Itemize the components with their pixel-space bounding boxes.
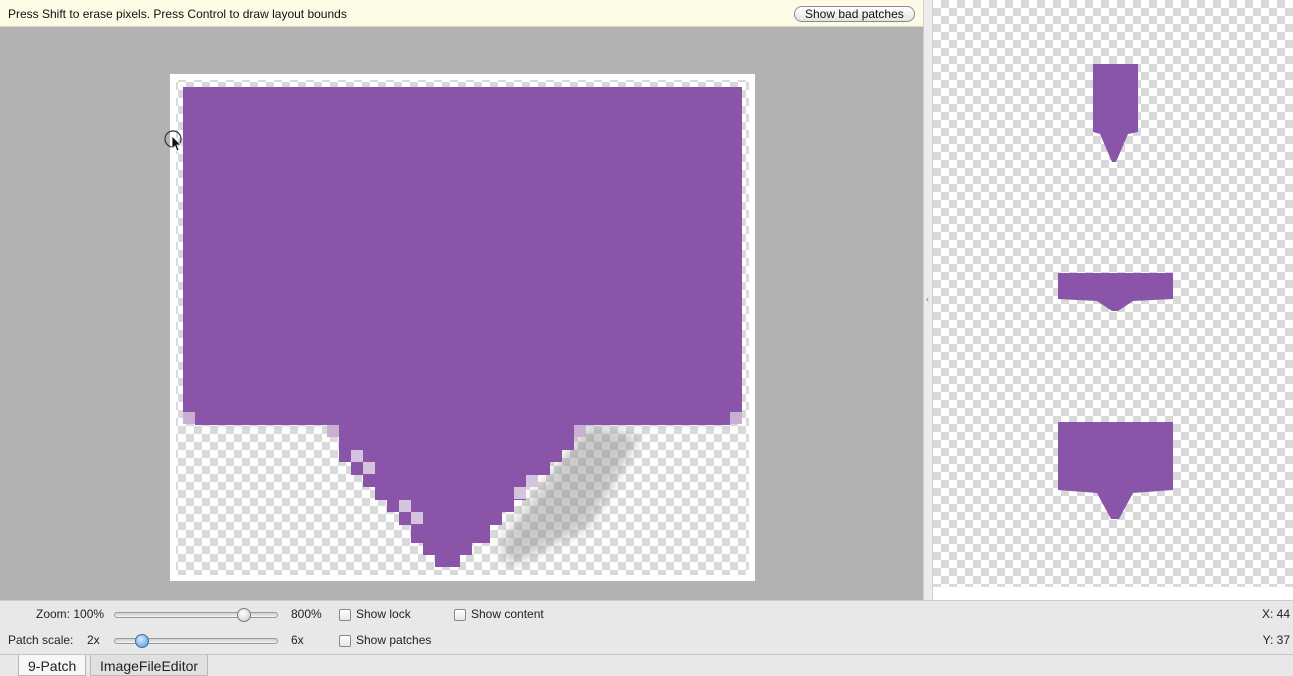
patch-drawing[interactable] [170,74,755,581]
nine-patch-image[interactable] [170,74,755,581]
edge-pixel [411,512,423,524]
patch-scale-max-label: 6x [291,633,304,647]
controls-panel: Zoom: 100% 800% Show lock Show content P… [0,600,1293,654]
edge-pixel [574,425,586,437]
tab-image-file-editor[interactable]: ImageFileEditor [90,655,209,676]
x-coordinate-readout: X: 44 [1261,607,1290,621]
show-patches-checkbox[interactable] [339,635,351,647]
edge-pixel [730,412,742,424]
show-bad-patches-button[interactable]: Show bad patches [794,6,915,22]
edge-pixel [399,500,411,512]
edge-pixel [327,425,339,437]
y-coordinate-readout: Y: 37 [1262,633,1290,647]
editor-canvas[interactable] [0,27,923,600]
preview-horizontal-stretch [1058,273,1173,311]
hint-message: Press Shift to erase pixels. Press Contr… [8,7,347,21]
zoom-slider[interactable] [114,612,278,618]
hint-bar: Press Shift to erase pixels. Press Contr… [0,0,923,27]
patch-scale-min-label: 2x [87,633,100,647]
preview-drawings [1058,64,1173,519]
zoom-max-label: 800% [291,607,322,621]
preview-pane [933,0,1293,587]
zoom-slider-knob[interactable] [236,608,251,622]
show-content-label: Show content [471,607,544,621]
edge-pixel [183,412,195,424]
edge-pixel [363,462,375,474]
edge-pixel [514,487,526,499]
edge-pixel [526,475,538,487]
show-lock-label: Show lock [356,607,411,621]
editor-tabs: 9-Patch ImageFileEditor [0,654,1293,676]
top-guide-row [170,74,755,80]
edge-pixel [351,450,363,462]
zoom-label: Zoom: 100% [36,607,105,621]
pane-splitter[interactable]: ‹ [923,0,933,600]
bottom-guide-row [170,575,755,581]
preview-both-stretch [1058,422,1173,519]
tab-9-patch[interactable]: 9-Patch [18,655,87,676]
speech-bubble-shape[interactable] [183,87,742,567]
patch-scale-label: Patch scale: [8,633,74,647]
show-patches-label: Show patches [356,633,432,647]
right-guide-column [749,74,755,581]
preview-vertical-stretch [1093,64,1138,162]
preview-footer [933,587,1293,600]
show-content-checkbox[interactable] [454,609,466,621]
arrow-cursor-icon [164,130,182,152]
patch-scale-slider-knob[interactable] [134,634,149,648]
show-lock-checkbox[interactable] [339,609,351,621]
splitter-grip-icon[interactable]: ‹ [926,294,929,304]
